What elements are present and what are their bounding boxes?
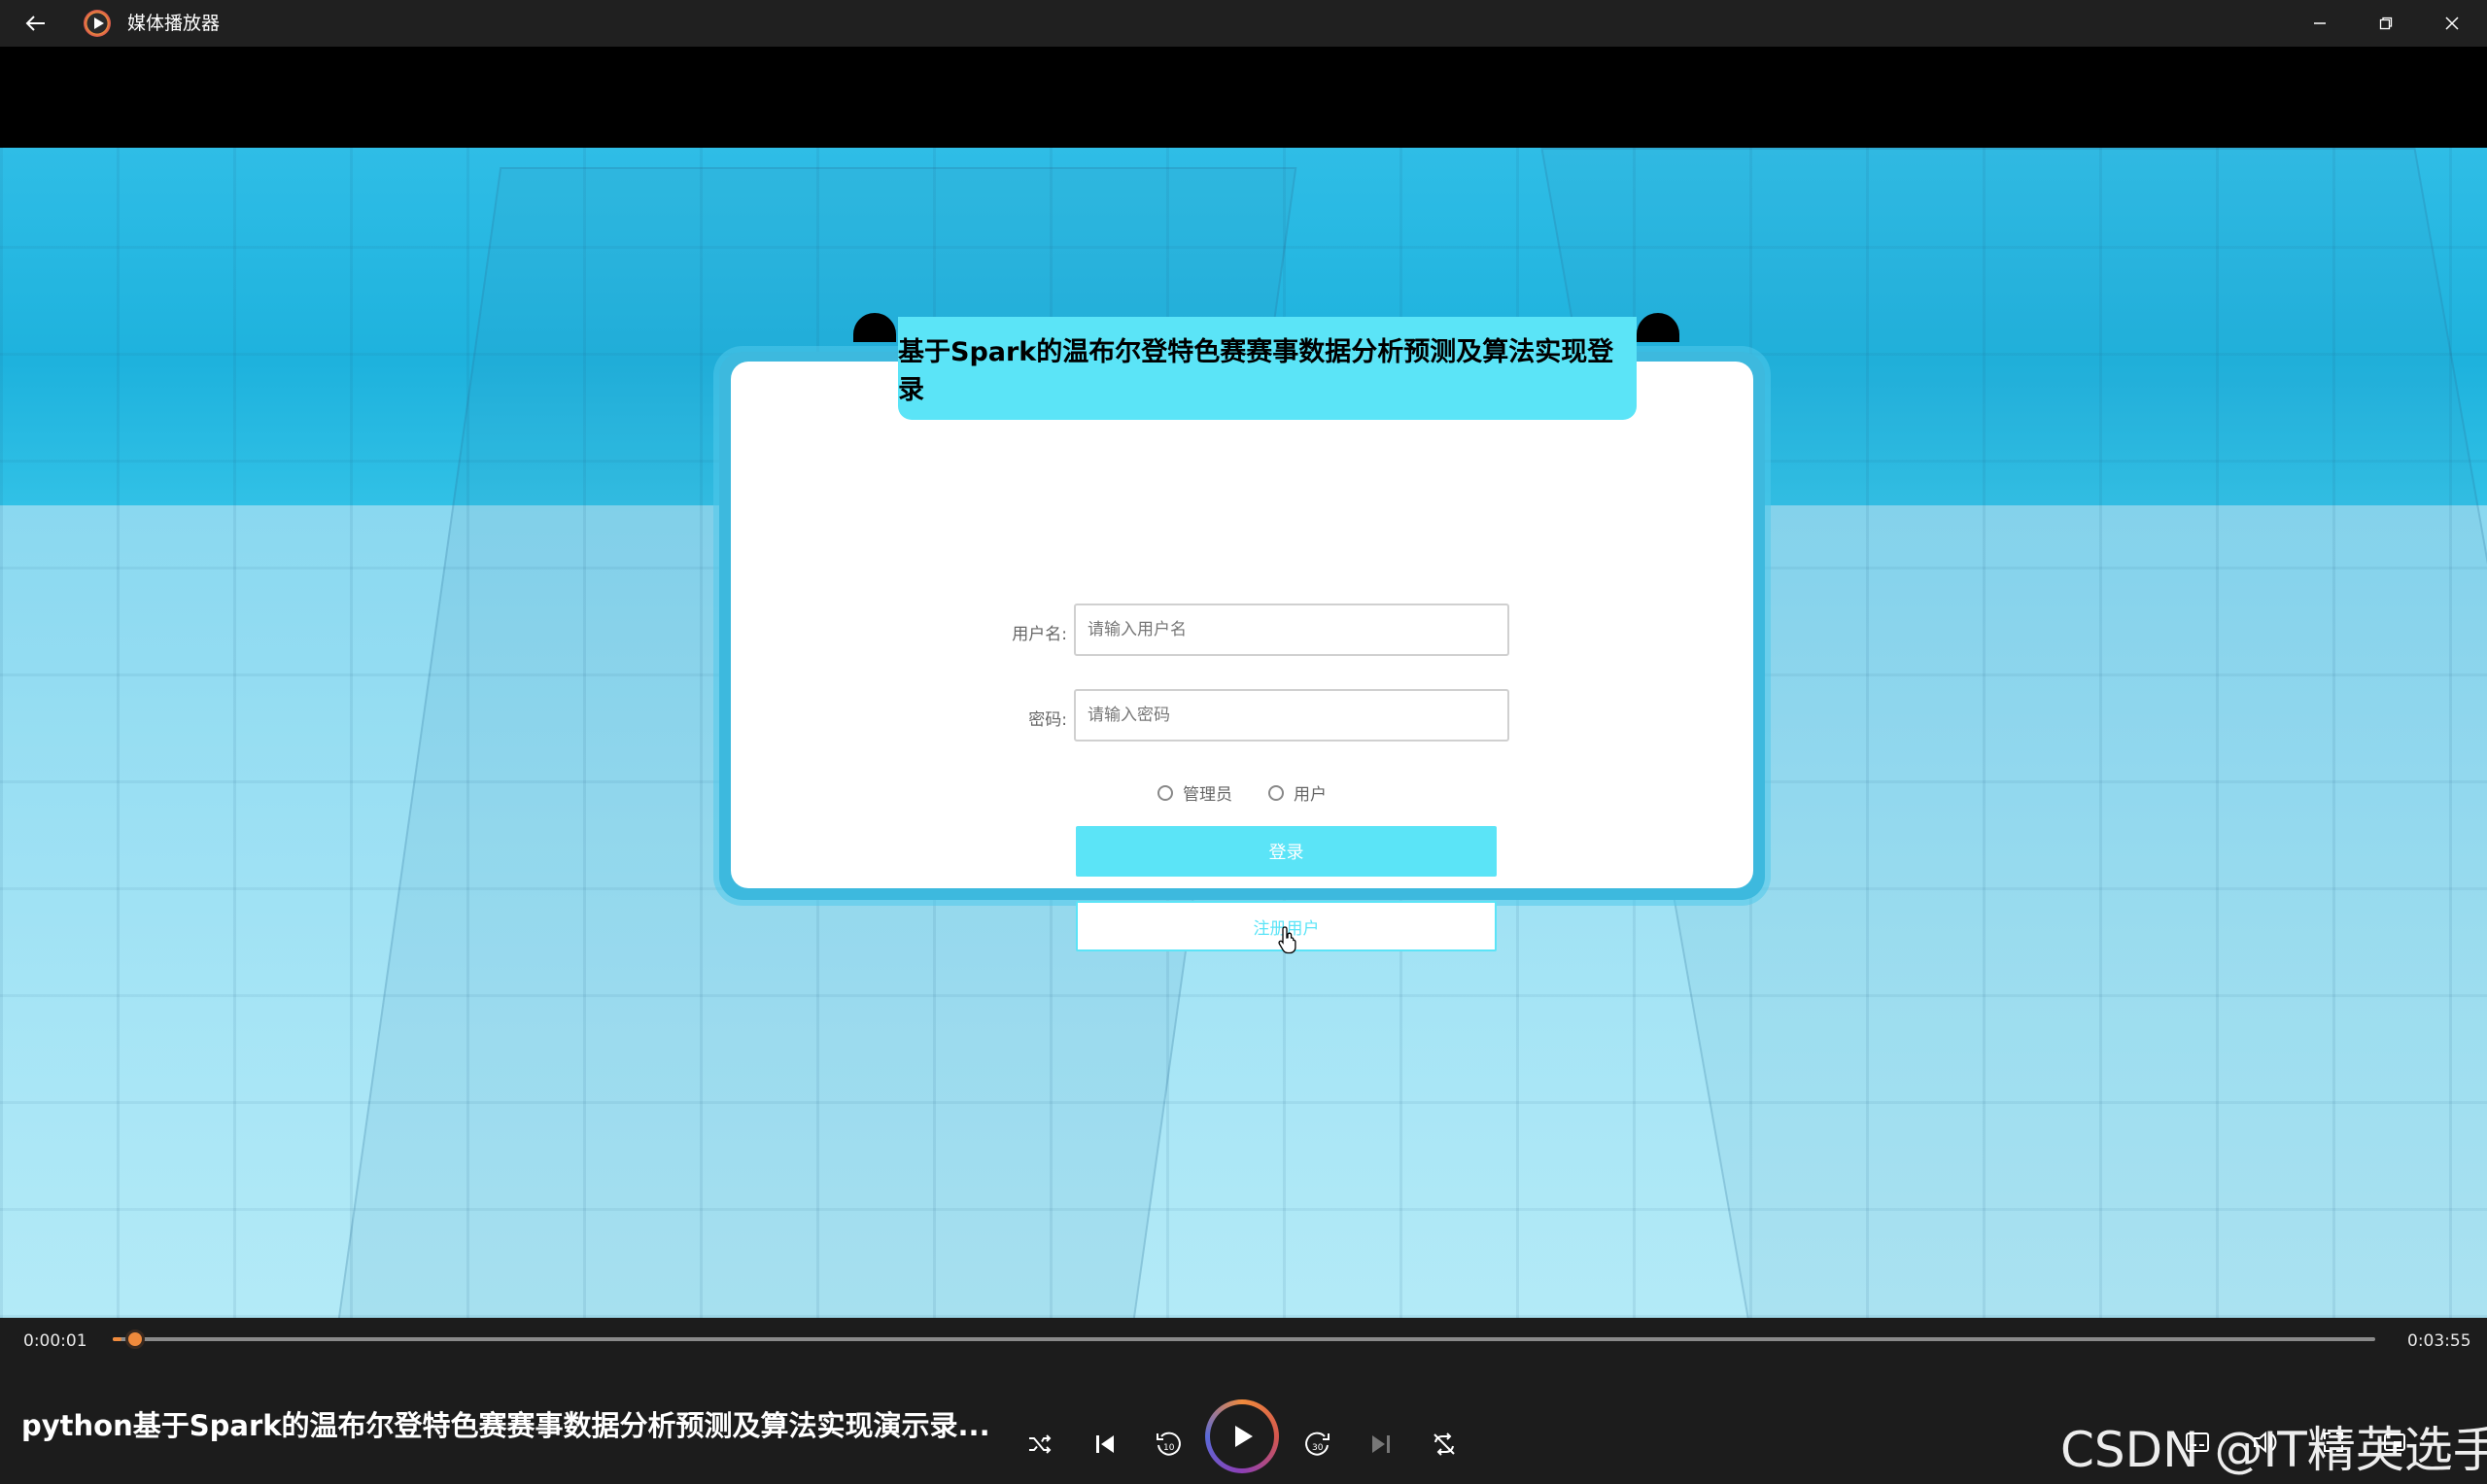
window-title: 媒体播放器 (127, 13, 221, 34)
repeat-icon[interactable] (1415, 1415, 1473, 1473)
seek-bar-progress (113, 1337, 122, 1341)
login-title: 基于Spark的温布尔登特色赛赛事数据分析预测及算法实现登录 (898, 317, 1637, 420)
csdn-watermark: CSDN @IT精英选手 (2060, 1422, 2487, 1478)
svg-text:10: 10 (1163, 1443, 1175, 1453)
hand-cursor-icon (1277, 925, 1300, 958)
role-admin-label: 管理员 (1183, 785, 1232, 805)
play-icon (1210, 1404, 1274, 1468)
play-button[interactable] (1205, 1399, 1279, 1473)
media-title: python基于Spark的温布尔登特色赛赛事数据分析预测及算法实现演示录... (21, 1409, 990, 1442)
close-icon[interactable] (2419, 0, 2485, 47)
rewind-10-icon[interactable]: 10 (1139, 1415, 1197, 1473)
username-input[interactable] (1074, 604, 1509, 656)
previous-track-icon[interactable] (1076, 1415, 1134, 1473)
player-controls: 0:00:01 0:03:55 python基于Spark的温布尔登特色赛赛事数… (0, 1318, 2487, 1484)
next-track-icon[interactable] (1352, 1415, 1410, 1473)
maximize-icon[interactable] (2353, 0, 2419, 47)
svg-text:30: 30 (1312, 1443, 1324, 1453)
password-input[interactable] (1074, 689, 1509, 742)
total-time: 0:03:55 (2407, 1331, 2471, 1351)
role-user-radio[interactable]: 用户 (1268, 780, 1327, 805)
app-logo-icon (84, 10, 111, 37)
seek-thumb[interactable] (125, 1329, 145, 1349)
radio-circle-icon (1268, 784, 1284, 801)
title-bar: 媒体播放器 (0, 0, 2487, 47)
shuffle-icon[interactable] (1011, 1415, 1069, 1473)
username-label: 用户名: (1012, 625, 1067, 644)
role-admin-radio[interactable]: 管理员 (1157, 780, 1232, 805)
role-user-label: 用户 (1294, 785, 1327, 805)
current-time: 0:00:01 (23, 1331, 87, 1351)
back-arrow-icon[interactable] (14, 6, 58, 41)
radio-circle-icon (1157, 784, 1173, 801)
minimize-icon[interactable] (2287, 0, 2353, 47)
forward-30-icon[interactable]: 30 (1289, 1415, 1347, 1473)
password-label: 密码: (1028, 710, 1067, 730)
login-button[interactable]: 登录 (1076, 826, 1497, 877)
seek-bar[interactable] (113, 1337, 2375, 1341)
